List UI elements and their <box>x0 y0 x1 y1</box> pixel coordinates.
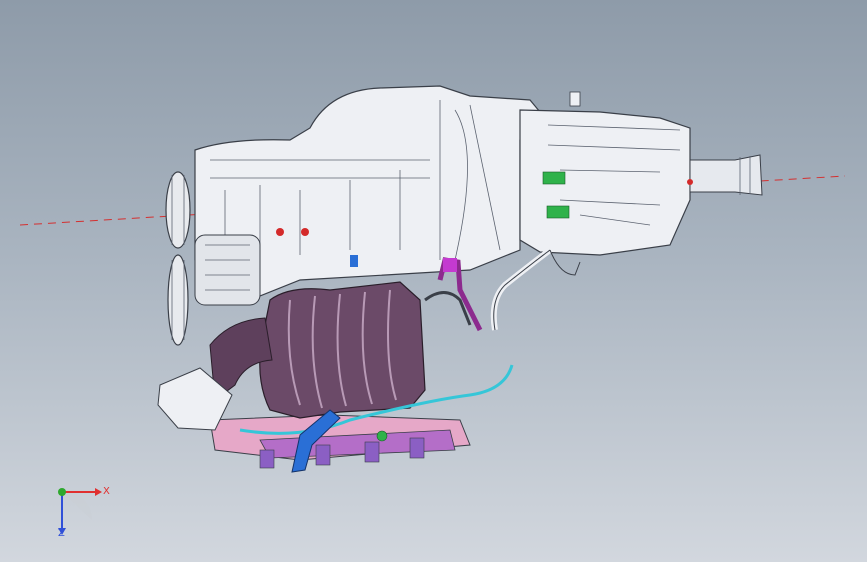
x-axis-label: X <box>103 486 110 497</box>
intake-manifold[interactable] <box>259 281 426 419</box>
green-clamp-upper[interactable] <box>542 171 566 185</box>
graphics-viewport[interactable]: X Y Z <box>0 0 867 562</box>
accessory-pulley[interactable] <box>167 254 189 346</box>
coil-pack-2[interactable] <box>364 441 380 463</box>
green-clamp-lower[interactable] <box>546 205 570 219</box>
vent-fitting[interactable] <box>569 91 581 107</box>
breather-hose[interactable] <box>490 247 552 331</box>
triad-plane <box>62 492 92 520</box>
z-axis-label: Z <box>58 528 65 539</box>
blue-sensor[interactable] <box>350 255 358 267</box>
engine-model[interactable] <box>0 0 867 562</box>
crank-pulley[interactable] <box>165 171 191 249</box>
alternator[interactable] <box>194 234 261 306</box>
y-axis-dot <box>58 488 66 496</box>
magenta-connector[interactable] <box>443 258 457 272</box>
red-fastener-3 <box>687 179 693 185</box>
coil-pack-4[interactable] <box>259 449 275 469</box>
green-sensor[interactable] <box>376 430 388 442</box>
coil-pack-1[interactable] <box>315 444 331 466</box>
red-fastener-2 <box>301 228 309 236</box>
red-fastener-1 <box>276 228 284 236</box>
coil-pack-3[interactable] <box>409 437 425 459</box>
output-flange[interactable] <box>689 154 763 196</box>
x-axis-arrowhead <box>95 488 102 496</box>
